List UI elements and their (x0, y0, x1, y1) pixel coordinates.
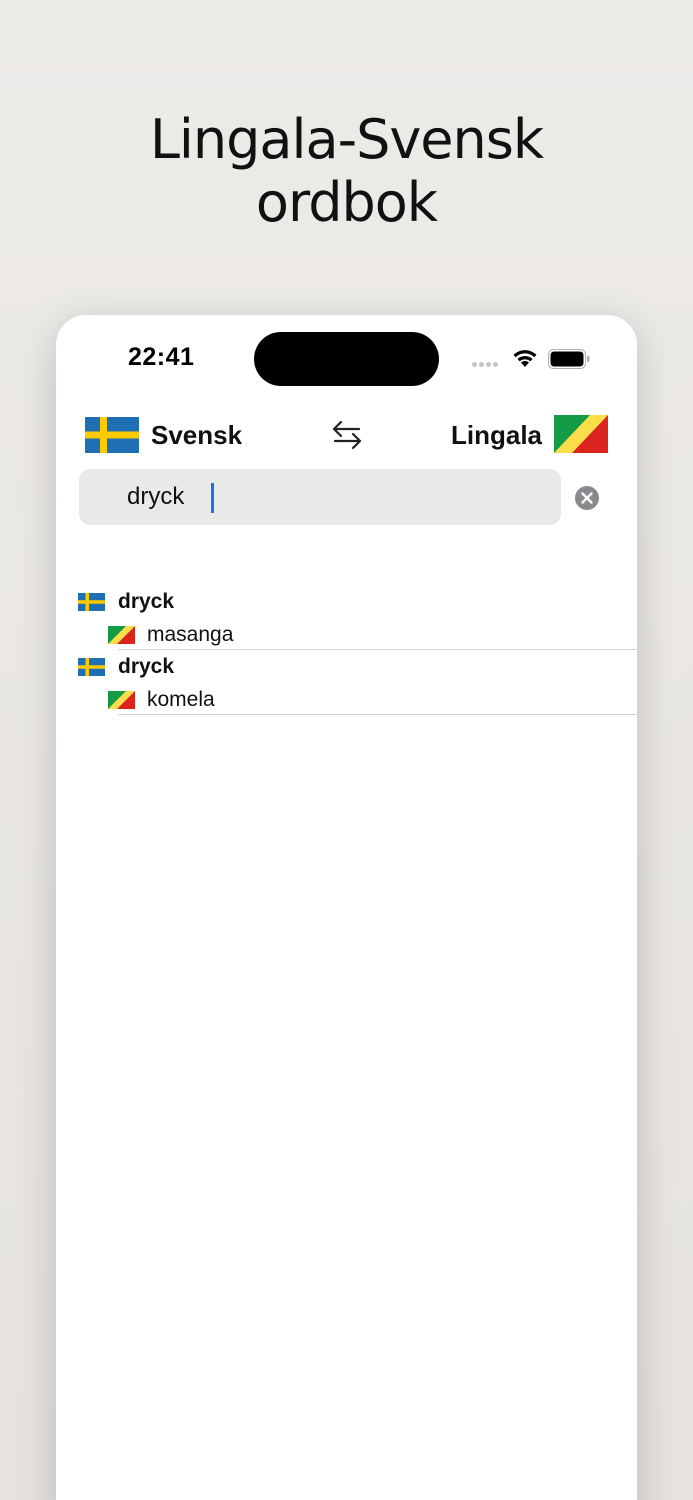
list-item[interactable]: dryck komela (78, 650, 637, 715)
list-item[interactable]: dryck masanga (78, 585, 637, 650)
congo-flag-icon[interactable] (554, 415, 608, 453)
status-time: 22:41 (128, 343, 195, 371)
source-language-label[interactable]: Svensk (151, 420, 242, 451)
battery-icon (548, 349, 590, 369)
congo-flag-icon (108, 691, 135, 709)
translation-word: masanga (147, 623, 234, 646)
text-caret (211, 483, 214, 513)
clear-circle-icon[interactable] (574, 485, 600, 511)
search-field[interactable] (79, 469, 561, 525)
congo-flag-icon (108, 626, 135, 644)
source-word: dryck (118, 655, 175, 678)
source-word: dryck (118, 590, 175, 613)
dynamic-island (254, 332, 439, 386)
cellular-signal-icon (472, 362, 502, 368)
target-language-label[interactable]: Lingala (451, 420, 542, 451)
wifi-icon (513, 350, 537, 367)
swap-arrows-icon[interactable] (330, 417, 364, 453)
phone-screen: 22:41 Svensk Lingala dryck dryck masanga… (56, 315, 637, 1500)
headline: Lingala-Svensk ordbok (0, 108, 693, 234)
headline-line-2: ordbok (255, 171, 438, 234)
sweden-flag-icon[interactable] (85, 417, 139, 453)
headline-line-1: Lingala-Svensk (149, 108, 544, 171)
language-bar: Svensk Lingala (56, 415, 637, 455)
translation-word: komela (147, 688, 215, 711)
search-input[interactable] (79, 469, 561, 525)
results-list: dryck masanga dryck komela (56, 585, 637, 715)
sweden-flag-icon (78, 658, 105, 676)
sweden-flag-icon (78, 593, 105, 611)
